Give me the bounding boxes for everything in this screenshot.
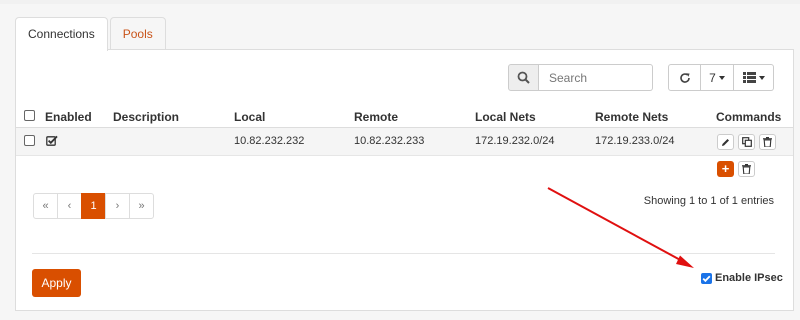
delete-button[interactable] xyxy=(759,134,776,150)
trash-icon xyxy=(763,137,772,147)
cell-local-nets: 172.19.232.0/24 xyxy=(475,135,555,147)
column-header-enabled[interactable]: Enabled xyxy=(45,110,92,124)
page-next-button[interactable]: › xyxy=(105,193,130,219)
column-header-description[interactable]: Description xyxy=(113,110,179,124)
pencil-icon xyxy=(722,138,729,146)
apply-button[interactable]: Apply xyxy=(32,269,81,297)
add-button[interactable]: + xyxy=(717,161,734,177)
grid-actions: 7 xyxy=(668,64,774,91)
column-header-remote[interactable]: Remote xyxy=(354,110,398,124)
checkmark-icon xyxy=(702,275,711,282)
enable-ipsec-option[interactable]: Enable IPsec xyxy=(701,272,783,284)
refresh-icon xyxy=(679,72,690,83)
page-prev-button[interactable]: ‹ xyxy=(57,193,82,219)
plus-icon: + xyxy=(721,161,730,176)
page-current-button[interactable]: 1 xyxy=(81,193,106,219)
search-group xyxy=(508,64,653,91)
cell-remote: 10.82.232.233 xyxy=(354,135,425,147)
enable-ipsec-checkbox[interactable] xyxy=(701,272,712,284)
cell-remote-nets: 172.19.233.0/24 xyxy=(595,135,675,147)
column-chooser-dropdown[interactable] xyxy=(734,64,774,91)
delete-selected-button[interactable] xyxy=(738,161,755,177)
cell-local: 10.82.232.232 xyxy=(234,135,305,147)
column-header-local-nets[interactable]: Local Nets xyxy=(475,110,536,124)
enable-ipsec-label: Enable IPsec xyxy=(715,272,783,284)
tab-pools[interactable]: Pools xyxy=(109,17,166,50)
page-first-button[interactable]: « xyxy=(33,193,58,219)
pagination: « ‹ 1 › » xyxy=(33,193,154,219)
rows-per-page-value: 7 xyxy=(709,70,716,85)
select-all-checkbox[interactable] xyxy=(24,110,35,121)
edit-button[interactable] xyxy=(717,134,734,150)
connections-panel: 7 Enabled Description Local Remote Local… xyxy=(15,49,794,311)
chevron-down-icon xyxy=(758,75,765,80)
enabled-check-icon[interactable] xyxy=(46,135,58,149)
search-input[interactable] xyxy=(539,64,653,91)
chevron-down-icon xyxy=(718,75,725,80)
search-icon xyxy=(508,64,539,91)
rows-per-page-dropdown[interactable]: 7 xyxy=(701,64,734,91)
column-header-remote-nets[interactable]: Remote Nets xyxy=(595,110,668,124)
entries-summary: Showing 1 to 1 of 1 entries xyxy=(643,195,774,207)
top-border xyxy=(0,0,800,4)
clone-button[interactable] xyxy=(738,134,755,150)
table-header: Enabled Description Local Remote Local N… xyxy=(16,107,793,128)
table-row: 10.82.232.232 10.82.232.233 172.19.232.0… xyxy=(16,128,793,156)
list-icon xyxy=(742,72,756,83)
copy-icon xyxy=(741,137,752,147)
divider xyxy=(32,253,775,254)
row-select-checkbox[interactable] xyxy=(24,135,35,146)
trash-icon xyxy=(742,164,751,174)
tab-bar: Connections Pools xyxy=(15,17,168,51)
column-header-commands: Commands xyxy=(716,110,782,124)
tab-connections[interactable]: Connections xyxy=(15,17,108,51)
page-last-button[interactable]: » xyxy=(129,193,154,219)
column-header-local[interactable]: Local xyxy=(234,110,265,124)
refresh-button[interactable] xyxy=(668,64,701,91)
